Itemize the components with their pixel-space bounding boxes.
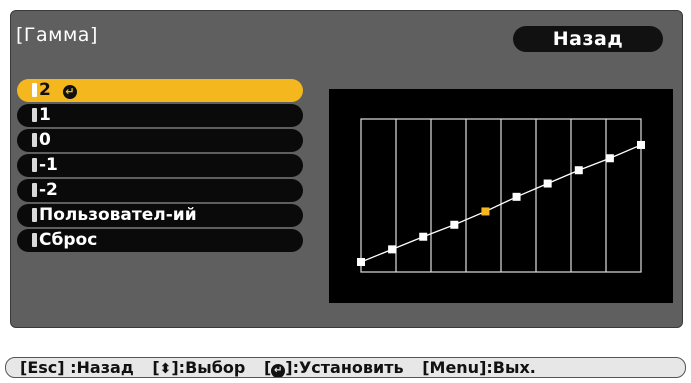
radio-indicator: [32, 133, 37, 147]
gamma-graph: [329, 89, 673, 303]
gamma-point: [357, 258, 365, 266]
hint-enter-suffix: ]:Установить: [285, 358, 404, 377]
page-title: [Гамма]: [16, 24, 98, 46]
hint-select-prefix: [: [152, 358, 160, 377]
option-label: Пользовател-ий: [39, 205, 197, 225]
hint-esc-back: [Esc] :Назад: [20, 358, 134, 377]
radio-indicator: [32, 158, 37, 172]
hint-select: [⬍]:Выбор: [152, 358, 246, 377]
hint-enter-prefix: [: [263, 358, 272, 377]
gamma-point: [605, 154, 614, 163]
enter-icon: ↵: [62, 85, 77, 99]
gamma-point: [512, 192, 521, 201]
gamma-point-selected: [481, 207, 490, 216]
gamma-point: [450, 220, 459, 229]
option-label: 2: [39, 80, 51, 100]
enter-icon: ↵: [271, 364, 286, 377]
gamma-point: [574, 166, 583, 175]
gamma-curve-svg: [357, 118, 645, 273]
option-label: Сброс: [39, 230, 98, 250]
hint-enter: [↵]:Установить: [263, 358, 404, 377]
gamma-option-reset[interactable]: Сброс: [17, 229, 303, 252]
gamma-options-list: 2 ↵ 1 0 -1 -2 Пользовател-ий Сброс: [17, 79, 303, 254]
up-down-arrow-icon: ⬍: [159, 361, 172, 377]
gamma-option-0[interactable]: 0: [17, 129, 303, 152]
gamma-option-1[interactable]: 1: [17, 104, 303, 127]
gamma-point: [543, 179, 552, 188]
radio-indicator: [32, 83, 37, 97]
option-label: -1: [39, 155, 58, 175]
option-label: -2: [39, 180, 58, 200]
gamma-option-2[interactable]: 2 ↵: [17, 79, 303, 102]
back-button[interactable]: Назад: [513, 26, 663, 52]
gamma-option-custom[interactable]: Пользовател-ий: [17, 204, 303, 227]
gamma-option-minus-1[interactable]: -1: [17, 154, 303, 177]
gamma-point: [419, 232, 428, 241]
radio-indicator: [32, 233, 37, 247]
gamma-option-minus-2[interactable]: -2: [17, 179, 303, 202]
hint-menu-exit: [Menu]:Вых.: [422, 358, 536, 377]
radio-indicator: [32, 108, 37, 122]
radio-indicator: [32, 183, 37, 197]
footer-hints-bar: [Esc] :Назад [⬍]:Выбор [↵]:Установить [M…: [5, 357, 686, 378]
hint-select-suffix: ]:Выбор: [171, 358, 246, 377]
option-label: 0: [39, 130, 51, 150]
radio-indicator: [32, 208, 37, 222]
gamma-point: [637, 140, 645, 149]
option-label: 1: [39, 105, 51, 125]
gamma-point: [388, 245, 397, 254]
